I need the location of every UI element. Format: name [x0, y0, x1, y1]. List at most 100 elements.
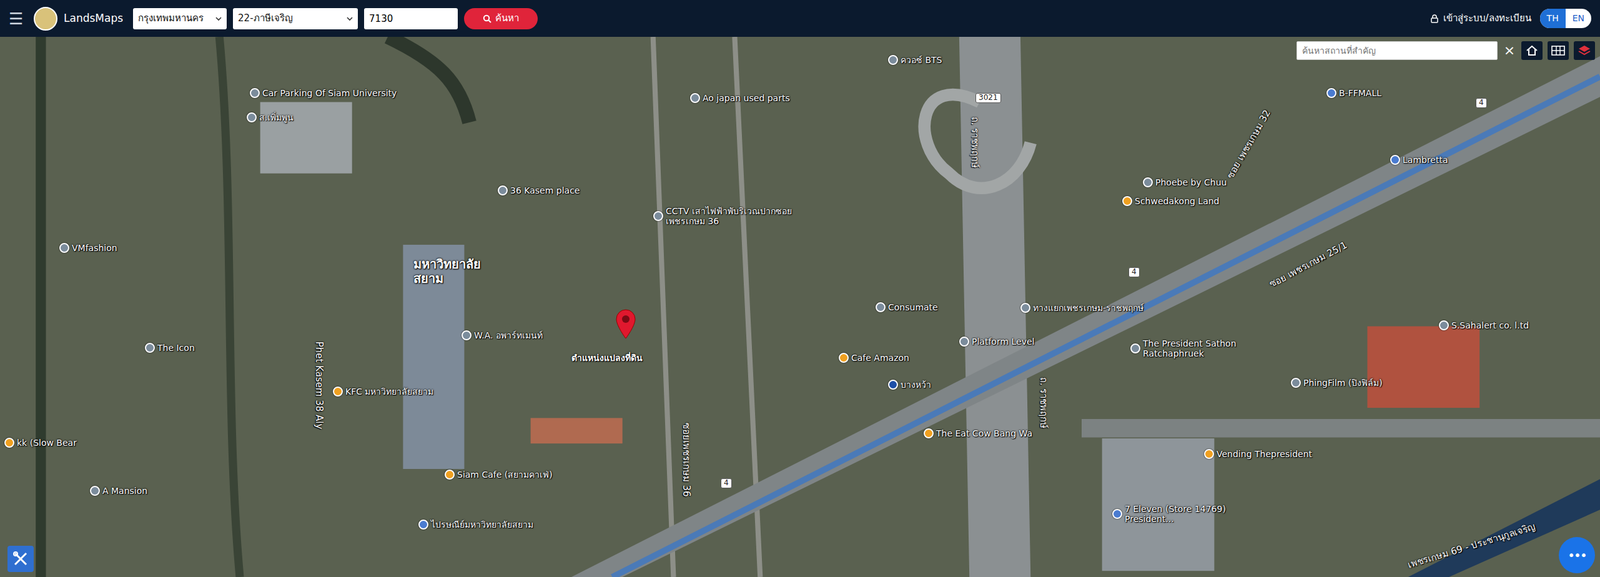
- label-text: Phet Kasem 38 Aly: [312, 341, 324, 430]
- label-text: Consumate: [888, 302, 939, 313]
- road-label[interactable]: ซอยเพชรเกษม 36: [680, 422, 691, 498]
- label-text: S.Sahalert co. l.td: [1451, 320, 1529, 331]
- label-text: มหาวิทยาลัยสยาม: [413, 257, 489, 287]
- area-label[interactable]: มหาวิทยาลัยสยาม: [413, 257, 489, 287]
- home-icon: [1525, 44, 1539, 57]
- map[interactable]: Car Parking Of Siam University ส.เพิ่มพูน…: [0, 36, 1600, 577]
- label-text: kk (Slow Bear: [16, 437, 77, 448]
- place-pin-icon: [4, 437, 15, 448]
- place-pin-icon: [838, 352, 849, 363]
- place-label[interactable]: S.Sahalert co. l.td: [1438, 320, 1529, 331]
- grid-button[interactable]: [1547, 41, 1569, 60]
- place-label[interactable]: บางหว้า: [888, 379, 932, 390]
- province-select[interactable]: กรุงเทพมหานคร: [133, 8, 227, 30]
- route-shield[interactable]: 3021: [975, 93, 1002, 104]
- label-text: ทางแยกเพชรเกษม-ราชพฤกษ์: [1032, 302, 1144, 313]
- route-shield[interactable]: 4: [1475, 98, 1487, 109]
- place-label[interactable]: Car Parking Of Siam University: [249, 88, 397, 99]
- label-text: B-FFMALL: [1338, 88, 1382, 99]
- place-label[interactable]: 36 Kasem place: [497, 185, 580, 196]
- label-text: 4: [1128, 267, 1140, 278]
- logo[interactable]: LandsMaps: [63, 10, 124, 27]
- route-shield[interactable]: 4: [720, 478, 732, 489]
- layers-button[interactable]: [1573, 41, 1596, 60]
- place-pin-icon: [1020, 302, 1031, 313]
- label-text: 36 Kasem place: [510, 185, 580, 196]
- login-link[interactable]: เข้าสู่ระบบ/ลงทะเบียน: [1430, 11, 1532, 26]
- place-label[interactable]: Consumate: [875, 302, 939, 313]
- place-label[interactable]: ส.เพิ่มพูน: [246, 112, 294, 123]
- place-label[interactable]: Ao japan used parts: [690, 93, 791, 104]
- chat-button[interactable]: •••: [1558, 537, 1596, 574]
- place-pin-icon: [1326, 88, 1337, 99]
- label-text: Vending Thepresident: [1216, 449, 1313, 460]
- place-label[interactable]: ไปรษณีย์มหาวิทยาลัยสยาม: [418, 519, 534, 530]
- place-pin-icon: [888, 54, 899, 65]
- place-pin-icon: [444, 469, 455, 480]
- label-text: 4: [720, 478, 732, 489]
- label-text: Phoebe by Chuu: [1155, 177, 1227, 188]
- place-label[interactable]: ควอซ์ BTS: [888, 54, 943, 65]
- label-text: The President Sathon Ratchaphruek: [1142, 338, 1293, 359]
- place-label[interactable]: PhingFilm (ปิงฟิล์ม): [1290, 377, 1383, 388]
- label-text: 3021: [975, 93, 1002, 104]
- label-text: A Mansion: [102, 485, 148, 496]
- place-label[interactable]: VMfashion: [59, 242, 118, 253]
- province-value: กรุงเทพมหานคร: [138, 11, 204, 26]
- parcel-input[interactable]: [364, 8, 458, 30]
- clear-button[interactable]: ×: [1502, 39, 1517, 61]
- label-text: Lambretta: [1402, 154, 1449, 165]
- place-pin-icon: [144, 342, 155, 353]
- search-label: ค้นหา: [495, 11, 519, 26]
- place-pin-icon: [89, 485, 100, 496]
- place-label[interactable]: Cafe Amazon: [838, 352, 910, 363]
- place-label[interactable]: B-FFMALL: [1326, 88, 1382, 99]
- place-pin-icon: [653, 211, 664, 222]
- place-label[interactable]: Vending Thepresident: [1204, 449, 1313, 460]
- road-label[interactable]: ถ. ราชพฤกษ์: [1037, 377, 1048, 430]
- place-label[interactable]: Platform Level: [959, 336, 1035, 347]
- label-text: ถ. ราชพฤกษ์: [968, 116, 980, 169]
- place-pin-icon: [497, 185, 508, 196]
- place-label[interactable]: W.A. อพาร์ทเมนท์: [461, 330, 543, 341]
- chevron-icon: [215, 16, 222, 22]
- satellite-imagery: [0, 36, 1600, 577]
- place-pin-icon: [461, 330, 472, 341]
- home-button[interactable]: [1521, 41, 1543, 60]
- place-label[interactable]: KFC มหาวิทยาลัยสยาม: [332, 386, 434, 397]
- road-label[interactable]: Phet Kasem 38 Aly: [312, 341, 324, 430]
- place-label[interactable]: kk (Slow Bear: [4, 437, 77, 448]
- place-label[interactable]: The Icon: [144, 342, 195, 353]
- place-label[interactable]: The Eat Cow Bang Wa: [923, 428, 1033, 439]
- search-button[interactable]: ค้นหา: [464, 8, 538, 30]
- place-label[interactable]: Schwedakong Land: [1122, 196, 1220, 207]
- place-label[interactable]: Lambretta: [1390, 154, 1449, 165]
- place-search-input[interactable]: [1296, 41, 1498, 60]
- marker-text: ตำแหน่งแปลงที่ดิน: [571, 352, 643, 363]
- place-label[interactable]: Siam Cafe (สยามคาเฟ่): [444, 469, 553, 480]
- layers-icon: [1578, 44, 1591, 57]
- language-option[interactable]: TH: [1540, 8, 1566, 29]
- road-label[interactable]: ถ. ราชพฤกษ์: [968, 116, 980, 169]
- label-text: KFC มหาวิทยาลัยสยาม: [345, 386, 434, 397]
- place-label[interactable]: 7 Eleven (Store 14769) President...: [1112, 503, 1275, 524]
- place-pin-icon: [59, 242, 70, 253]
- place-label[interactable]: CCTV เสาไฟฟ้าพับริเวณปากซอยเพชรเกษม 36: [653, 206, 816, 227]
- place-pin-icon: [1290, 377, 1301, 388]
- menu-button[interactable]: ☰: [8, 10, 28, 27]
- grid-icon: [1551, 45, 1566, 56]
- tools-button[interactable]: [7, 545, 34, 573]
- label-text: ควอซ์ BTS: [900, 54, 943, 65]
- parcel-marker[interactable]: [615, 309, 637, 340]
- district-select[interactable]: 22-ภาษีเจริญ: [232, 8, 358, 30]
- language-option[interactable]: EN: [1565, 8, 1592, 29]
- route-shield[interactable]: 4: [1128, 267, 1140, 278]
- label-text: Platform Level: [971, 336, 1035, 347]
- place-label[interactable]: A Mansion: [89, 485, 148, 496]
- place-label[interactable]: ทางแยกเพชรเกษม-ราชพฤกษ์: [1020, 302, 1144, 313]
- place-pin-icon: [1130, 343, 1141, 354]
- place-pin-icon: [1142, 177, 1153, 188]
- label-text: Car Parking Of Siam University: [262, 88, 397, 99]
- place-label[interactable]: The President Sathon Ratchaphruek: [1130, 338, 1293, 359]
- place-label[interactable]: Phoebe by Chuu: [1142, 177, 1227, 188]
